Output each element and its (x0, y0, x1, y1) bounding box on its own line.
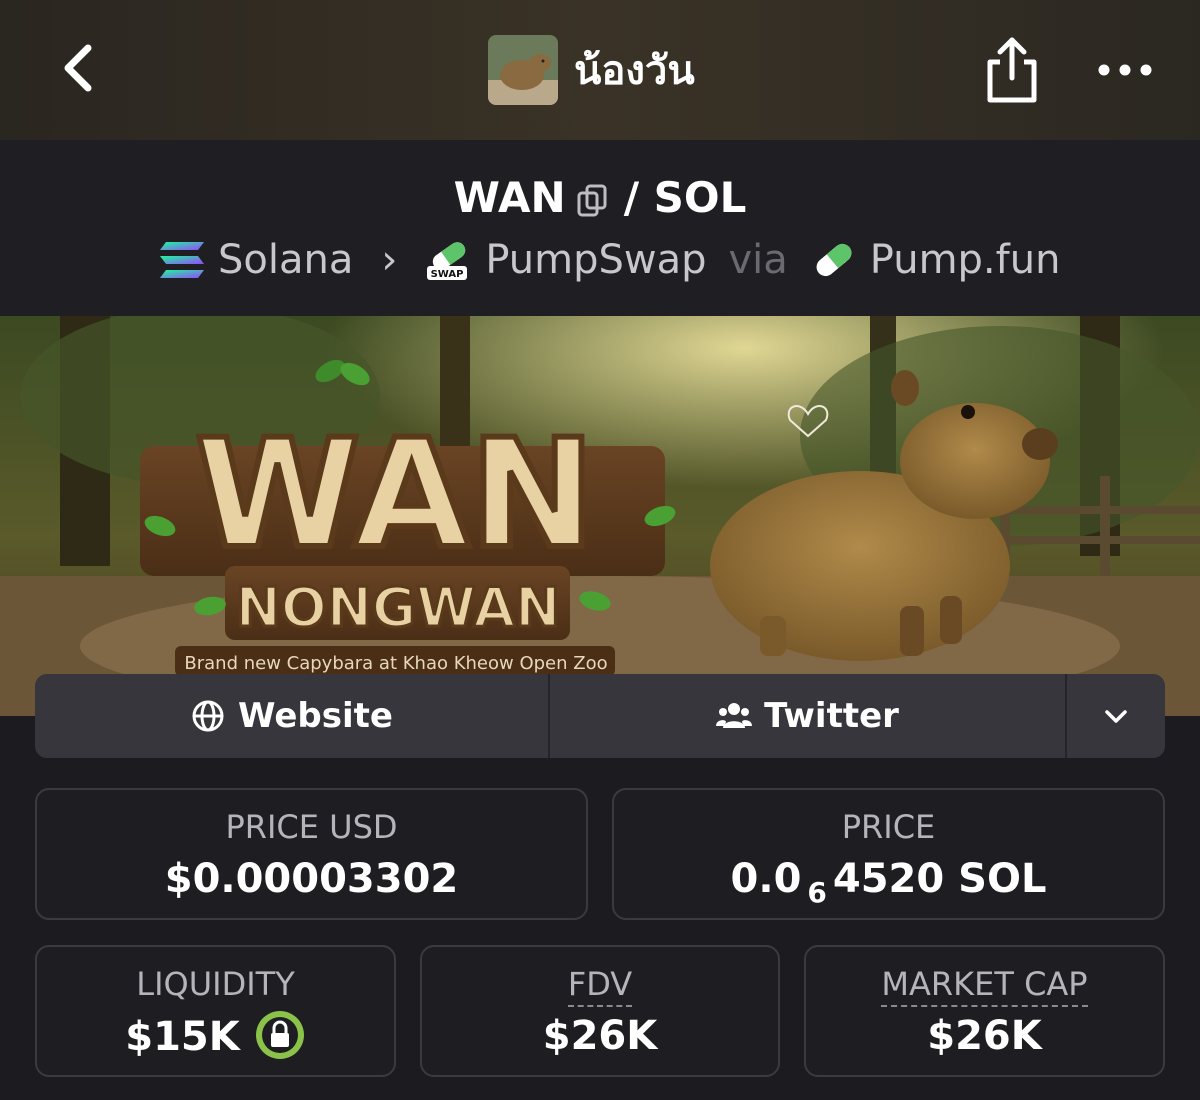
top-bar: น้องวัน (0, 0, 1200, 140)
solana-icon (158, 238, 206, 282)
launchpad-link[interactable]: Pump.fun (870, 237, 1061, 283)
more-horizontal-icon (1098, 64, 1152, 76)
fdv-card: FDV $26K (420, 945, 780, 1077)
price-prefix: 0.0 (730, 856, 802, 902)
website-button[interactable]: Website (35, 674, 550, 758)
share-icon (987, 37, 1037, 103)
price-suffix: 4520 SOL (832, 856, 1047, 902)
banner-image: WAN NONGWAN Brand new Capybara at Khao K… (0, 316, 1200, 716)
via-label: via (728, 237, 788, 283)
website-label: Website (238, 696, 393, 736)
pumpswap-icon: SWAP (425, 238, 473, 282)
share-button[interactable] (980, 34, 1044, 106)
chevron-left-icon (64, 44, 92, 92)
token-banner: WAN NONGWAN Brand new Capybara at Khao K… (0, 316, 1200, 716)
market-cap-value: $26K (927, 1013, 1042, 1059)
liquidity-row: $15K (37, 1011, 394, 1065)
price-label: PRICE (841, 808, 936, 846)
price-usd-value: $0.00003302 (164, 856, 459, 902)
stats-area: PRICE USD $0.00003302 PRICE 0.0 6 4520 SOL… (0, 758, 1200, 1100)
banner-title: WAN (195, 408, 595, 582)
fdv-value: $26K (542, 1013, 658, 1059)
base-symbol: WAN (453, 173, 566, 222)
banner-tagline: Brand new Capybara at Khao Kheow Open Zo… (184, 653, 607, 674)
market-cap-label[interactable]: MARKET CAP (881, 965, 1088, 1007)
market-cap-card: MARKET CAP $26K (804, 945, 1165, 1077)
price-native-value: 0.0 6 4520 SOL (614, 856, 1163, 909)
dex-link[interactable]: PumpSwap (485, 237, 706, 283)
pair-separator: / (623, 173, 640, 222)
liquidity-value: $15K (125, 1014, 240, 1060)
chevron-right-icon: › (381, 237, 398, 283)
fdv-label[interactable]: FDV (567, 965, 633, 1007)
svg-text:SWAP: SWAP (431, 269, 464, 280)
chevron-down-icon (1105, 710, 1127, 723)
copy-icon[interactable] (576, 180, 610, 216)
price-usd-card: PRICE USD $0.00003302 (35, 788, 588, 920)
chain-link[interactable]: Solana (218, 237, 353, 283)
links-bar: Website Twitter (35, 674, 1165, 758)
breadcrumb: Solana › SWAP PumpSwap via Pump.fun (158, 232, 1060, 288)
price-usd-label: PRICE USD (225, 808, 398, 846)
quote-symbol: SOL (653, 173, 747, 222)
token-avatar (488, 35, 558, 105)
token-title: น้องวัน (488, 34, 695, 106)
twitter-label: Twitter (764, 696, 899, 736)
price-native-card: PRICE 0.0 6 4520 SOL (612, 788, 1165, 920)
pair-section: WAN / SOL Solana › SWAP PumpSwap via Pum… (0, 140, 1200, 316)
token-name: น้องวัน (574, 48, 695, 94)
users-icon (716, 698, 753, 734)
more-links-button[interactable] (1067, 674, 1165, 758)
more-button[interactable] (1090, 50, 1160, 90)
pair-title: WAN / SOL (0, 170, 1200, 222)
liquidity-label: LIQUIDITY (136, 965, 295, 1003)
back-button[interactable] (50, 38, 110, 98)
price-zero-count: 6 (807, 876, 827, 909)
globe-icon (190, 698, 226, 734)
liquidity-card: LIQUIDITY $15K (35, 945, 396, 1077)
banner-subtitle: NONGWAN (236, 576, 561, 639)
lock-icon[interactable] (254, 1009, 306, 1061)
pumpfun-icon (810, 238, 858, 282)
twitter-button[interactable]: Twitter (550, 674, 1067, 758)
